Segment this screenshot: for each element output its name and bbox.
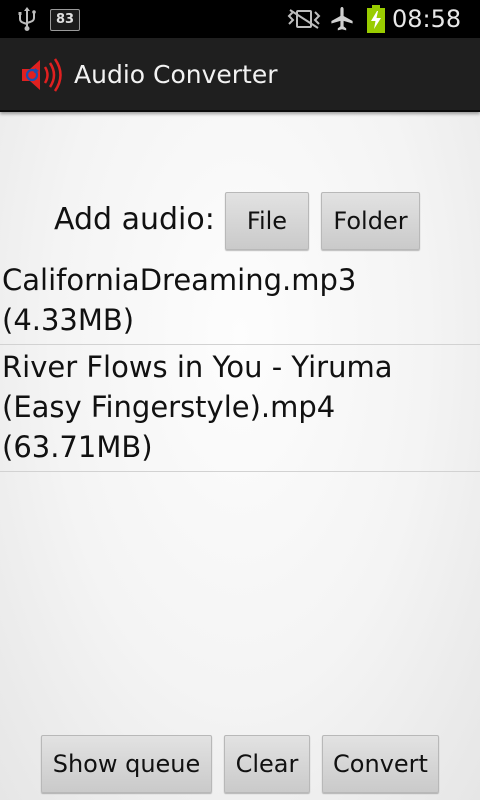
vibrate-icon (287, 9, 321, 29)
file-name-continued: (Easy Fingerstyle).mp4 (2, 390, 336, 424)
battery-charging-icon (367, 5, 385, 33)
file-size: (4.33MB) (2, 303, 135, 337)
add-folder-button[interactable]: Folder (321, 192, 420, 250)
speaker-convert-icon[interactable] (18, 55, 66, 95)
usb-icon (18, 7, 36, 31)
convert-button[interactable]: Convert (322, 735, 439, 793)
file-size: (63.71MB) (2, 430, 153, 464)
file-name: River Flows in You - Yiruma (2, 350, 393, 384)
status-clock: 08:58 (392, 5, 462, 33)
add-file-button[interactable]: File (225, 192, 309, 250)
clear-button[interactable]: Clear (224, 735, 310, 793)
show-queue-button[interactable]: Show queue (41, 735, 212, 793)
list-item[interactable]: River Flows in You - Yiruma (Easy Finger… (0, 345, 480, 472)
file-list: CaliforniaDreaming.mp3 (4.33MB) River Fl… (0, 258, 480, 472)
notification-count-badge: 83 (50, 9, 80, 31)
airplane-mode-icon (331, 7, 353, 31)
list-item[interactable]: CaliforniaDreaming.mp3 (4.33MB) (0, 258, 480, 345)
add-audio-label: Add audio: (54, 202, 215, 237)
status-bar: 83 08:58 (0, 0, 480, 38)
app-title: Audio Converter (74, 60, 278, 89)
file-name: CaliforniaDreaming.mp3 (2, 263, 357, 297)
